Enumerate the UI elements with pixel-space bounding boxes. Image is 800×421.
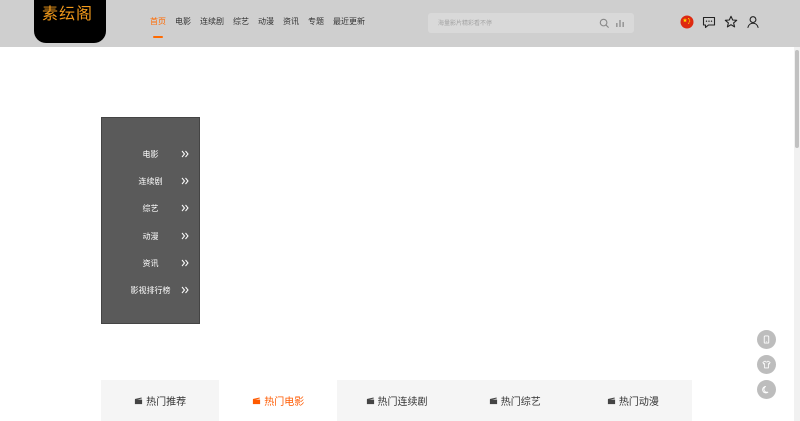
nav-item-variety[interactable]: 综艺 [233, 0, 249, 47]
tab-label: 热门推荐 [146, 397, 187, 408]
category-item-label: 综艺 [142, 204, 159, 214]
scrollbar-thumb[interactable] [795, 50, 799, 148]
category-item-series[interactable]: 连续剧 [102, 168, 199, 195]
nav-item-anime[interactable]: 动漫 [258, 0, 274, 47]
clapperboard-icon [366, 397, 374, 405]
china-flag-icon[interactable] [679, 14, 695, 30]
moon-icon [762, 385, 769, 394]
clapperboard-icon [607, 397, 616, 405]
double-chevron-right-icon [181, 232, 189, 239]
hot-tabs: 热门推荐 热门电影 热门连续剧 热门综艺 热门动漫 [101, 380, 692, 421]
category-item-label: 资讯 [142, 258, 159, 268]
tab-label: 热门连续剧 [377, 397, 428, 408]
star-icon[interactable] [723, 14, 739, 30]
category-item-label: 连续剧 [138, 177, 163, 187]
category-item-label: 动漫 [142, 231, 159, 241]
category-item-label: 电影 [142, 150, 159, 160]
category-item-rankings[interactable]: 影视排行榜 [102, 277, 199, 304]
tab-label: 热门综艺 [500, 397, 541, 408]
tab-hot-series[interactable]: 热门连续剧 [337, 380, 455, 421]
search-icon[interactable] [596, 15, 612, 31]
category-item-variety[interactable]: 综艺 [102, 195, 199, 222]
tab-label: 热门动漫 [618, 397, 659, 408]
tab-hot-recommended[interactable]: 热门推荐 [101, 380, 219, 421]
category-item-movies[interactable]: 电影 [102, 141, 199, 168]
tab-label: 热门电影 [264, 397, 305, 408]
tab-hot-variety[interactable]: 热门综艺 [456, 380, 574, 421]
search-input[interactable] [438, 13, 588, 33]
page: 素纭阁 首页 电影 连续剧 综艺 动漫 资讯 专题 最近更新 海量影片精彩看不停… [0, 0, 800, 421]
tab-hot-movies[interactable]: 热门电影 [219, 380, 338, 421]
clapperboard-icon [489, 397, 497, 405]
nav-item-home[interactable]: 首页 [150, 0, 166, 47]
tab-hot-anime[interactable]: 热门动漫 [574, 380, 692, 421]
nav-item-recent[interactable]: 最近更新 [333, 0, 365, 47]
category-item-anime[interactable]: 动漫 [102, 223, 199, 250]
double-chevron-right-icon [181, 150, 189, 158]
category-menu: 电影 连续剧 综艺 动漫 资讯 影视排行榜 [101, 117, 200, 324]
message-icon[interactable] [701, 14, 717, 30]
shirt-icon [762, 360, 771, 369]
site-logo[interactable]: 素纭阁 [34, 0, 106, 43]
nav-item-news[interactable]: 资讯 [283, 0, 299, 47]
double-chevron-right-icon [181, 205, 189, 212]
clapperboard-icon [134, 397, 143, 405]
category-item-label: 影视排行榜 [130, 286, 171, 296]
hot-chart-icon[interactable] [612, 15, 628, 31]
user-icon[interactable] [745, 14, 761, 30]
logo-text: 素纭阁 [42, 4, 94, 23]
dark-mode-button[interactable] [757, 380, 776, 399]
nav-item-topics[interactable]: 专题 [308, 0, 324, 47]
mobile-app-button[interactable] [757, 330, 776, 349]
category-item-news[interactable]: 资讯 [102, 250, 199, 277]
nav-item-movies[interactable]: 电影 [175, 0, 191, 47]
nav-item-series[interactable]: 连续剧 [200, 0, 224, 47]
double-chevron-right-icon [181, 286, 189, 294]
double-chevron-right-icon [181, 177, 189, 185]
site-header: 素纭阁 首页 电影 连续剧 综艺 动漫 资讯 专题 最近更新 [0, 0, 800, 47]
clapperboard-icon [253, 397, 261, 405]
main-nav: 首页 电影 连续剧 综艺 动漫 资讯 专题 最近更新 [150, 0, 374, 47]
theme-skin-button[interactable] [757, 355, 776, 374]
mobile-icon [763, 335, 770, 344]
double-chevron-right-icon [181, 259, 189, 267]
